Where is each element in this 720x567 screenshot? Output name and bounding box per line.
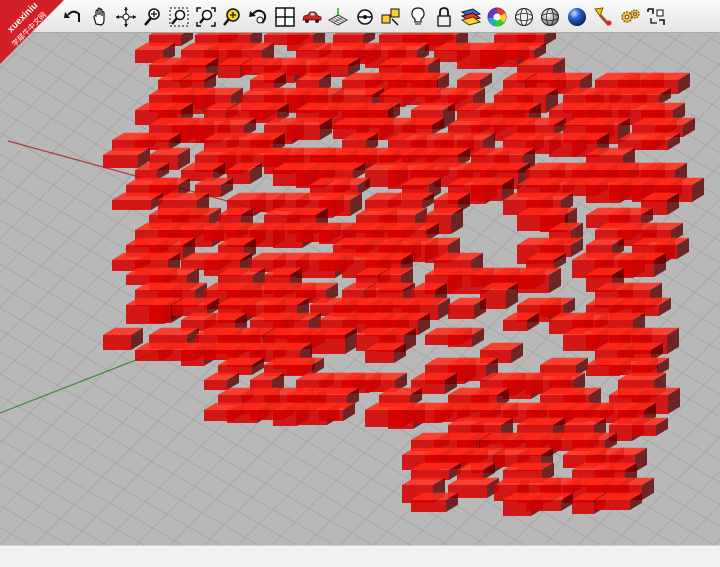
light-button[interactable]: [405, 4, 432, 30]
box-element[interactable]: [448, 297, 486, 319]
viewport-scene[interactable]: [0, 33, 720, 545]
layer-icon: [460, 7, 481, 26]
paint-brush-icon: [594, 6, 612, 26]
shaded-view-button[interactable]: [537, 4, 564, 30]
grid-line: [0, 33, 139, 172]
grid-plane-icon: [328, 7, 349, 26]
select-objects-button[interactable]: [378, 4, 405, 30]
zoom-dynamic-button[interactable]: [140, 4, 167, 30]
snap-target-icon: [357, 8, 373, 25]
watermark-logo: xuexiniu 学犀牛中文网: [0, 0, 64, 64]
rotate-view-icon: [116, 6, 137, 27]
zoom-window-button[interactable]: [166, 4, 193, 30]
box-element[interactable]: [618, 252, 666, 277]
car-icon: [302, 11, 322, 23]
red-box-array-object[interactable]: [103, 33, 704, 516]
box-element[interactable]: [218, 357, 264, 375]
light-bulb-icon: [411, 6, 425, 25]
toolbar-icons: [60, 3, 670, 30]
zoom-dynamic-icon: [143, 7, 160, 26]
rendered-view-button[interactable]: [564, 4, 591, 30]
four-viewports-icon: [275, 6, 295, 27]
dimension-icon: [647, 7, 666, 25]
named-views-button[interactable]: [299, 4, 326, 30]
undo-icon: [64, 10, 81, 22]
box-element[interactable]: [103, 327, 143, 350]
pan-hand-icon: [93, 6, 105, 26]
wireframe-sphere-icon: [514, 7, 533, 26]
grid-line: [701, 33, 720, 44]
grid-plane-button[interactable]: [325, 4, 352, 30]
zoom-selected-icon: [223, 7, 240, 26]
rotate-view-button[interactable]: [113, 4, 140, 30]
dimension-button[interactable]: [643, 4, 670, 30]
render-button[interactable]: [590, 4, 617, 30]
box-element[interactable]: [457, 72, 492, 90]
grid-line: [0, 505, 69, 545]
zoom-window-icon: [169, 7, 189, 26]
grid-line: [713, 538, 720, 545]
four-viewports-button[interactable]: [272, 4, 299, 30]
pan-button[interactable]: [87, 4, 114, 30]
render-sphere-icon: [567, 7, 586, 26]
select-objects-icon: [381, 8, 400, 26]
lock-icon: [437, 6, 451, 27]
grid-line: [0, 461, 145, 545]
color-wheel-icon: [487, 7, 507, 26]
status-bar: [0, 545, 720, 567]
zoom-extents-button[interactable]: [193, 4, 220, 30]
perspective-viewport[interactable]: [0, 33, 720, 545]
undo-view-button[interactable]: [246, 4, 273, 30]
shaded-sphere-icon: [541, 7, 560, 26]
main-toolbar: [0, 0, 720, 33]
box-element[interactable]: [204, 372, 239, 390]
box-element[interactable]: [112, 192, 163, 210]
box-element[interactable]: [517, 267, 561, 293]
osnap-button[interactable]: [352, 4, 379, 30]
gear-options-icon: [621, 8, 640, 23]
layer-button[interactable]: [458, 4, 485, 30]
lock-button[interactable]: [431, 4, 458, 30]
undo-view-icon: [248, 9, 266, 24]
zoom-extents-icon: [196, 6, 216, 27]
zoom-selected-button[interactable]: [219, 4, 246, 30]
grid-line: [0, 33, 3, 36]
box-element[interactable]: [310, 327, 357, 354]
wireframe-view-button[interactable]: [511, 4, 538, 30]
box-element[interactable]: [287, 117, 332, 140]
box-element[interactable]: [103, 147, 150, 168]
box-element[interactable]: [503, 312, 539, 331]
options-button[interactable]: [617, 4, 644, 30]
object-color-button[interactable]: [484, 4, 511, 30]
